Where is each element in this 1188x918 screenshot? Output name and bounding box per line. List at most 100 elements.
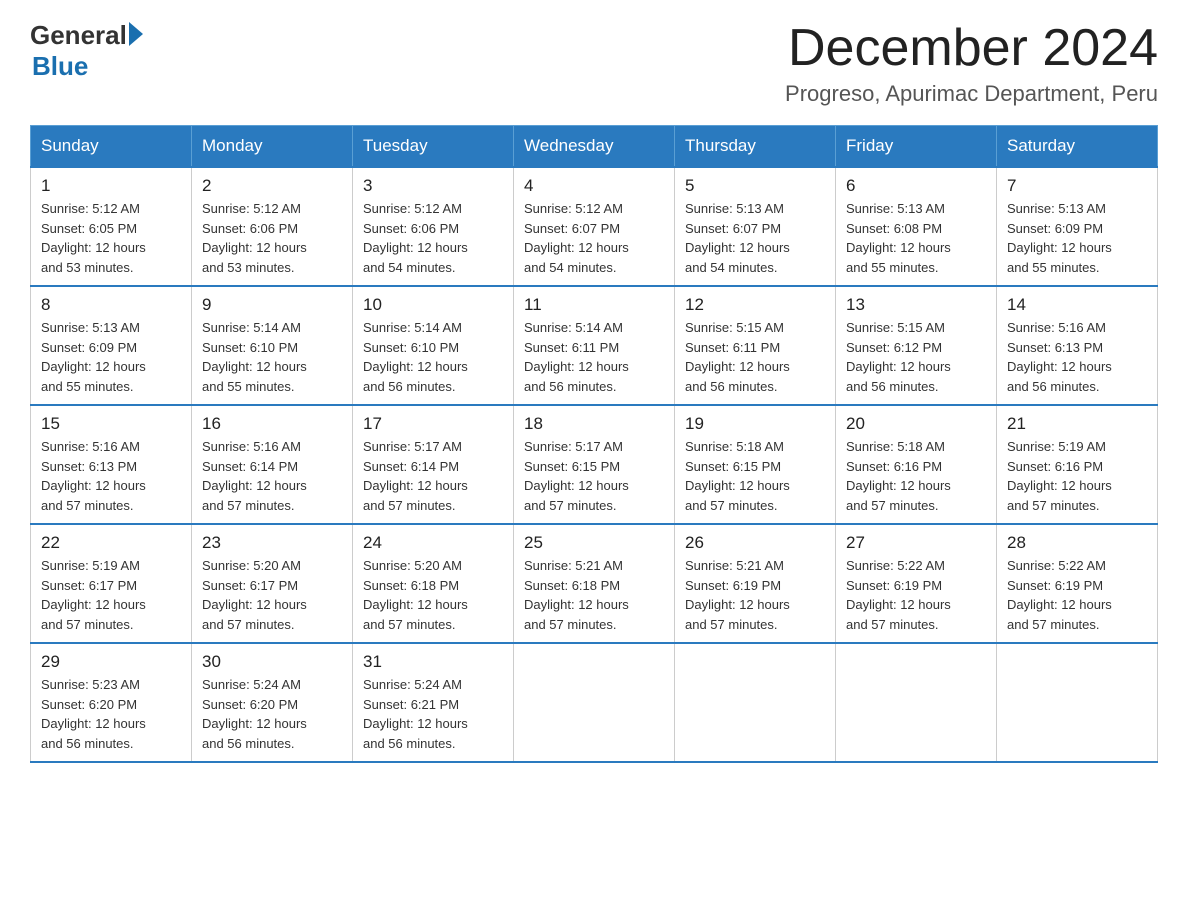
day-info: Sunrise: 5:22 AMSunset: 6:19 PMDaylight:… xyxy=(1007,558,1112,632)
calendar-day-cell xyxy=(836,643,997,762)
logo: General Blue xyxy=(30,20,143,82)
calendar-day-header: Tuesday xyxy=(353,126,514,168)
calendar-day-cell: 15 Sunrise: 5:16 AMSunset: 6:13 PMDaylig… xyxy=(31,405,192,524)
calendar-day-cell: 14 Sunrise: 5:16 AMSunset: 6:13 PMDaylig… xyxy=(997,286,1158,405)
day-number: 3 xyxy=(363,176,503,196)
day-info: Sunrise: 5:14 AMSunset: 6:11 PMDaylight:… xyxy=(524,320,629,394)
page-header: General Blue December 2024 Progreso, Apu… xyxy=(30,20,1158,107)
day-info: Sunrise: 5:13 AMSunset: 6:09 PMDaylight:… xyxy=(1007,201,1112,275)
calendar-day-cell: 25 Sunrise: 5:21 AMSunset: 6:18 PMDaylig… xyxy=(514,524,675,643)
day-number: 10 xyxy=(363,295,503,315)
day-number: 28 xyxy=(1007,533,1147,553)
day-info: Sunrise: 5:19 AMSunset: 6:17 PMDaylight:… xyxy=(41,558,146,632)
calendar-day-header: Wednesday xyxy=(514,126,675,168)
calendar-day-cell: 10 Sunrise: 5:14 AMSunset: 6:10 PMDaylig… xyxy=(353,286,514,405)
day-number: 16 xyxy=(202,414,342,434)
calendar-day-cell: 2 Sunrise: 5:12 AMSunset: 6:06 PMDayligh… xyxy=(192,167,353,286)
day-number: 11 xyxy=(524,295,664,315)
day-number: 27 xyxy=(846,533,986,553)
calendar-day-cell: 29 Sunrise: 5:23 AMSunset: 6:20 PMDaylig… xyxy=(31,643,192,762)
day-info: Sunrise: 5:12 AMSunset: 6:07 PMDaylight:… xyxy=(524,201,629,275)
day-info: Sunrise: 5:17 AMSunset: 6:14 PMDaylight:… xyxy=(363,439,468,513)
calendar-table: SundayMondayTuesdayWednesdayThursdayFrid… xyxy=(30,125,1158,763)
day-number: 22 xyxy=(41,533,181,553)
day-number: 30 xyxy=(202,652,342,672)
calendar-day-cell: 26 Sunrise: 5:21 AMSunset: 6:19 PMDaylig… xyxy=(675,524,836,643)
day-info: Sunrise: 5:24 AMSunset: 6:20 PMDaylight:… xyxy=(202,677,307,751)
day-info: Sunrise: 5:21 AMSunset: 6:19 PMDaylight:… xyxy=(685,558,790,632)
calendar-day-cell: 9 Sunrise: 5:14 AMSunset: 6:10 PMDayligh… xyxy=(192,286,353,405)
day-number: 2 xyxy=(202,176,342,196)
month-title: December 2024 xyxy=(785,20,1158,77)
calendar-day-cell: 22 Sunrise: 5:19 AMSunset: 6:17 PMDaylig… xyxy=(31,524,192,643)
day-info: Sunrise: 5:16 AMSunset: 6:13 PMDaylight:… xyxy=(41,439,146,513)
day-info: Sunrise: 5:16 AMSunset: 6:14 PMDaylight:… xyxy=(202,439,307,513)
day-info: Sunrise: 5:13 AMSunset: 6:07 PMDaylight:… xyxy=(685,201,790,275)
day-info: Sunrise: 5:12 AMSunset: 6:06 PMDaylight:… xyxy=(202,201,307,275)
calendar-day-cell: 20 Sunrise: 5:18 AMSunset: 6:16 PMDaylig… xyxy=(836,405,997,524)
day-info: Sunrise: 5:16 AMSunset: 6:13 PMDaylight:… xyxy=(1007,320,1112,394)
calendar-day-cell: 17 Sunrise: 5:17 AMSunset: 6:14 PMDaylig… xyxy=(353,405,514,524)
calendar-day-cell: 30 Sunrise: 5:24 AMSunset: 6:20 PMDaylig… xyxy=(192,643,353,762)
day-info: Sunrise: 5:15 AMSunset: 6:11 PMDaylight:… xyxy=(685,320,790,394)
calendar-day-cell xyxy=(675,643,836,762)
calendar-day-cell: 19 Sunrise: 5:18 AMSunset: 6:15 PMDaylig… xyxy=(675,405,836,524)
calendar-day-cell xyxy=(514,643,675,762)
location-subtitle: Progreso, Apurimac Department, Peru xyxy=(785,81,1158,107)
calendar-day-cell: 7 Sunrise: 5:13 AMSunset: 6:09 PMDayligh… xyxy=(997,167,1158,286)
day-number: 1 xyxy=(41,176,181,196)
day-number: 13 xyxy=(846,295,986,315)
calendar-week-row: 29 Sunrise: 5:23 AMSunset: 6:20 PMDaylig… xyxy=(31,643,1158,762)
calendar-day-header: Friday xyxy=(836,126,997,168)
day-number: 15 xyxy=(41,414,181,434)
day-number: 12 xyxy=(685,295,825,315)
day-info: Sunrise: 5:13 AMSunset: 6:08 PMDaylight:… xyxy=(846,201,951,275)
day-info: Sunrise: 5:18 AMSunset: 6:16 PMDaylight:… xyxy=(846,439,951,513)
calendar-day-cell: 5 Sunrise: 5:13 AMSunset: 6:07 PMDayligh… xyxy=(675,167,836,286)
day-info: Sunrise: 5:14 AMSunset: 6:10 PMDaylight:… xyxy=(363,320,468,394)
calendar-week-row: 22 Sunrise: 5:19 AMSunset: 6:17 PMDaylig… xyxy=(31,524,1158,643)
calendar-day-cell: 13 Sunrise: 5:15 AMSunset: 6:12 PMDaylig… xyxy=(836,286,997,405)
logo-general-text: General xyxy=(30,20,127,51)
day-number: 6 xyxy=(846,176,986,196)
calendar-day-cell: 18 Sunrise: 5:17 AMSunset: 6:15 PMDaylig… xyxy=(514,405,675,524)
logo-blue-text: Blue xyxy=(32,51,88,82)
calendar-day-cell: 27 Sunrise: 5:22 AMSunset: 6:19 PMDaylig… xyxy=(836,524,997,643)
day-info: Sunrise: 5:22 AMSunset: 6:19 PMDaylight:… xyxy=(846,558,951,632)
calendar-day-cell xyxy=(997,643,1158,762)
day-number: 25 xyxy=(524,533,664,553)
calendar-week-row: 8 Sunrise: 5:13 AMSunset: 6:09 PMDayligh… xyxy=(31,286,1158,405)
day-info: Sunrise: 5:23 AMSunset: 6:20 PMDaylight:… xyxy=(41,677,146,751)
day-number: 24 xyxy=(363,533,503,553)
day-info: Sunrise: 5:13 AMSunset: 6:09 PMDaylight:… xyxy=(41,320,146,394)
day-info: Sunrise: 5:18 AMSunset: 6:15 PMDaylight:… xyxy=(685,439,790,513)
calendar-day-cell: 3 Sunrise: 5:12 AMSunset: 6:06 PMDayligh… xyxy=(353,167,514,286)
calendar-day-cell: 23 Sunrise: 5:20 AMSunset: 6:17 PMDaylig… xyxy=(192,524,353,643)
day-info: Sunrise: 5:21 AMSunset: 6:18 PMDaylight:… xyxy=(524,558,629,632)
day-number: 19 xyxy=(685,414,825,434)
day-info: Sunrise: 5:12 AMSunset: 6:06 PMDaylight:… xyxy=(363,201,468,275)
day-number: 26 xyxy=(685,533,825,553)
calendar-week-row: 1 Sunrise: 5:12 AMSunset: 6:05 PMDayligh… xyxy=(31,167,1158,286)
calendar-day-cell: 8 Sunrise: 5:13 AMSunset: 6:09 PMDayligh… xyxy=(31,286,192,405)
day-number: 20 xyxy=(846,414,986,434)
calendar-day-cell: 21 Sunrise: 5:19 AMSunset: 6:16 PMDaylig… xyxy=(997,405,1158,524)
calendar-header-row: SundayMondayTuesdayWednesdayThursdayFrid… xyxy=(31,126,1158,168)
calendar-day-cell: 6 Sunrise: 5:13 AMSunset: 6:08 PMDayligh… xyxy=(836,167,997,286)
day-info: Sunrise: 5:19 AMSunset: 6:16 PMDaylight:… xyxy=(1007,439,1112,513)
calendar-day-header: Saturday xyxy=(997,126,1158,168)
calendar-day-cell: 4 Sunrise: 5:12 AMSunset: 6:07 PMDayligh… xyxy=(514,167,675,286)
day-number: 9 xyxy=(202,295,342,315)
day-number: 14 xyxy=(1007,295,1147,315)
day-info: Sunrise: 5:17 AMSunset: 6:15 PMDaylight:… xyxy=(524,439,629,513)
day-info: Sunrise: 5:24 AMSunset: 6:21 PMDaylight:… xyxy=(363,677,468,751)
day-number: 29 xyxy=(41,652,181,672)
day-number: 21 xyxy=(1007,414,1147,434)
day-info: Sunrise: 5:12 AMSunset: 6:05 PMDaylight:… xyxy=(41,201,146,275)
day-number: 4 xyxy=(524,176,664,196)
day-info: Sunrise: 5:20 AMSunset: 6:17 PMDaylight:… xyxy=(202,558,307,632)
calendar-day-cell: 12 Sunrise: 5:15 AMSunset: 6:11 PMDaylig… xyxy=(675,286,836,405)
day-info: Sunrise: 5:15 AMSunset: 6:12 PMDaylight:… xyxy=(846,320,951,394)
day-number: 8 xyxy=(41,295,181,315)
calendar-day-header: Thursday xyxy=(675,126,836,168)
